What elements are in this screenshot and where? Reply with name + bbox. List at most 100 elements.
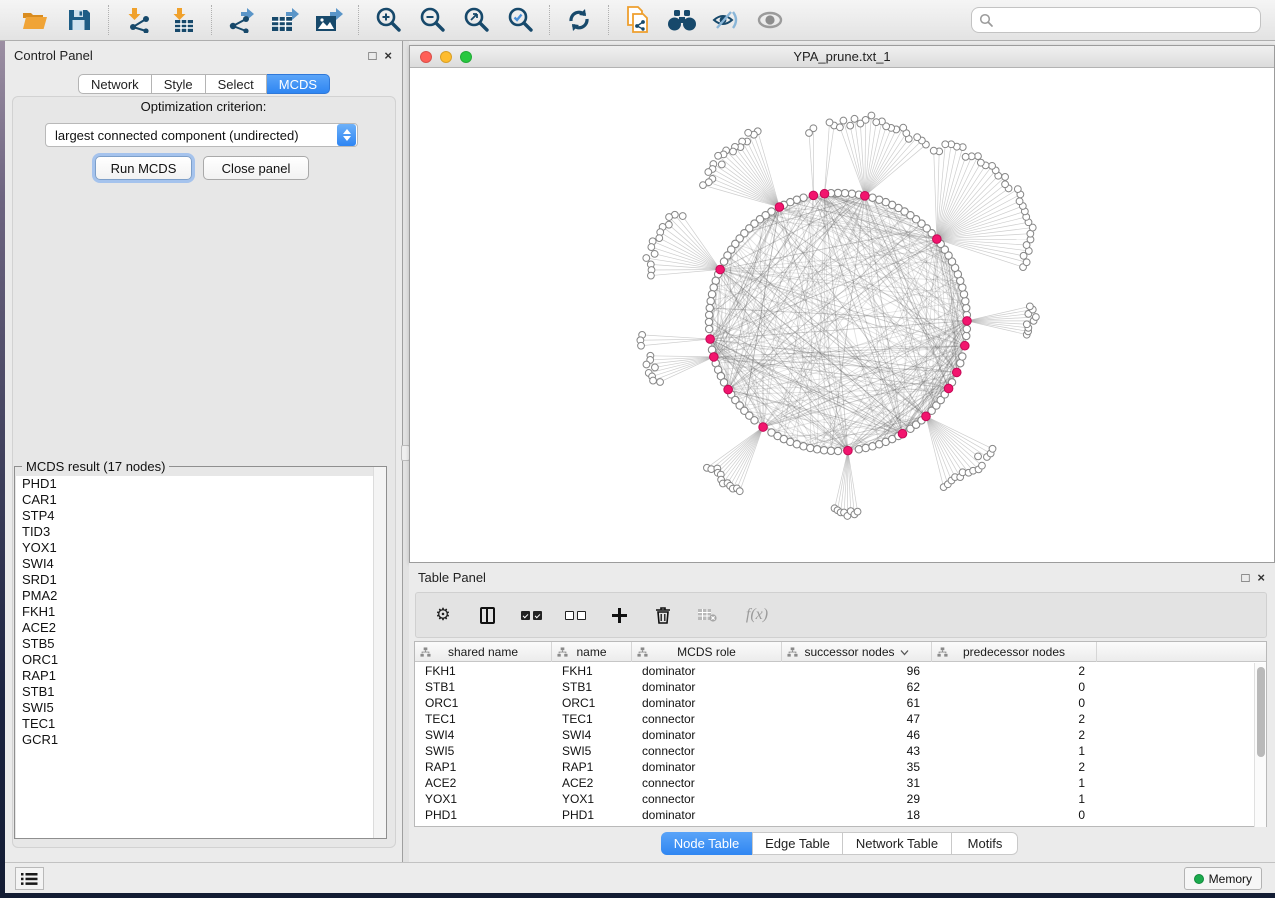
result-node[interactable]: TID3 — [16, 524, 386, 540]
zoom-in-button[interactable] — [371, 4, 405, 36]
column-header-MCDS-role[interactable]: MCDS role — [632, 642, 782, 662]
mcds-hub-node[interactable] — [844, 446, 853, 455]
mcds-hub-node[interactable] — [898, 429, 907, 438]
network-node[interactable] — [868, 112, 875, 119]
table-row[interactable]: STB1STB1dominator620 — [415, 679, 1255, 695]
result-node[interactable]: GCR1 — [16, 732, 386, 748]
network-node[interactable] — [900, 124, 907, 131]
result-node[interactable]: RAP1 — [16, 668, 386, 684]
network-node[interactable] — [718, 161, 725, 168]
network-node[interactable] — [651, 250, 658, 257]
minimize-window-button[interactable] — [440, 51, 452, 63]
network-node[interactable] — [857, 120, 864, 127]
network-node[interactable] — [959, 353, 966, 360]
mcds-hub-node[interactable] — [933, 235, 942, 244]
criterion-dropdown[interactable]: largest connected component (undirected) — [45, 123, 358, 147]
mcds-hub-node[interactable] — [775, 203, 784, 212]
mcds-hub-node[interactable] — [922, 412, 931, 421]
close-panel-button[interactable]: Close panel — [203, 156, 309, 180]
network-node[interactable] — [708, 291, 715, 298]
network-node[interactable] — [800, 443, 807, 450]
mcds-hub-node[interactable] — [960, 341, 969, 350]
close-window-button[interactable] — [420, 51, 432, 63]
result-node[interactable]: STP4 — [16, 508, 386, 524]
mcds-hub-node[interactable] — [710, 353, 719, 362]
mcds-hub-node[interactable] — [952, 368, 961, 377]
table-row[interactable]: FKH1FKH1dominator962 — [415, 663, 1255, 679]
network-node[interactable] — [1002, 174, 1009, 181]
mcds-hub-node[interactable] — [944, 384, 953, 393]
network-node[interactable] — [666, 214, 673, 221]
network-node[interactable] — [841, 189, 848, 196]
float-table-panel-icon[interactable]: □ — [1242, 571, 1250, 584]
network-node[interactable] — [715, 152, 722, 159]
network-node[interactable] — [855, 446, 862, 453]
network-node[interactable] — [975, 153, 982, 160]
column-header-name[interactable]: name — [552, 642, 632, 662]
result-node[interactable]: STB1 — [16, 684, 386, 700]
import-network-button[interactable] — [121, 4, 155, 36]
network-graph[interactable] — [410, 68, 1274, 562]
tab-network[interactable]: Network — [78, 74, 152, 94]
mcds-result-list[interactable]: PHD1CAR1STP4TID3YOX1SWI4SRD1PMA2FKH1ACE2… — [16, 476, 386, 838]
network-node[interactable] — [930, 147, 937, 154]
memory-button[interactable]: Memory — [1184, 867, 1262, 890]
network-node[interactable] — [1023, 321, 1030, 328]
result-node[interactable]: SWI5 — [16, 700, 386, 716]
result-node[interactable]: CAR1 — [16, 492, 386, 508]
network-node[interactable] — [657, 379, 664, 386]
network-node[interactable] — [942, 141, 949, 148]
network-node[interactable] — [705, 318, 712, 325]
tab-select[interactable]: Select — [206, 74, 267, 94]
network-node[interactable] — [962, 297, 969, 304]
network-node[interactable] — [1032, 314, 1039, 321]
network-node[interactable] — [914, 134, 921, 141]
tab-node-table[interactable]: Node Table — [661, 832, 753, 855]
function-builder-button[interactable]: f(x) — [740, 604, 774, 626]
network-node[interactable] — [854, 508, 861, 515]
network-node[interactable] — [989, 445, 996, 452]
result-node[interactable]: ORC1 — [16, 652, 386, 668]
result-node[interactable]: PMA2 — [16, 588, 386, 604]
network-node[interactable] — [652, 364, 659, 371]
table-row[interactable]: SWI4SWI4dominator462 — [415, 727, 1255, 743]
network-node[interactable] — [963, 325, 970, 332]
network-node[interactable] — [873, 119, 880, 126]
float-panel-icon[interactable]: □ — [369, 49, 377, 62]
search-field[interactable] — [971, 7, 1261, 33]
select-all-rows-button[interactable] — [520, 604, 542, 626]
network-node[interactable] — [826, 119, 833, 126]
column-header-shared-name[interactable]: shared name — [415, 642, 552, 662]
open-session-button[interactable] — [18, 4, 52, 36]
network-node[interactable] — [847, 122, 854, 129]
network-node[interactable] — [700, 182, 707, 189]
table-scrollbar-thumb[interactable] — [1257, 667, 1265, 757]
network-node[interactable] — [827, 447, 834, 454]
delete-table-button[interactable] — [696, 604, 718, 626]
network-node[interactable] — [643, 361, 650, 368]
tab-style[interactable]: Style — [152, 74, 206, 94]
close-panel-icon[interactable]: × — [384, 49, 392, 62]
network-node[interactable] — [813, 446, 820, 453]
tab-motifs[interactable]: Motifs — [952, 832, 1018, 855]
network-node[interactable] — [1023, 259, 1030, 266]
network-node[interactable] — [960, 291, 967, 298]
tab-edge-table[interactable]: Edge Table — [753, 832, 843, 855]
copy-network-button[interactable] — [621, 4, 655, 36]
network-node[interactable] — [963, 304, 970, 311]
network-node[interactable] — [962, 153, 969, 160]
network-titlebar[interactable]: YPA_prune.txt_1 — [410, 46, 1274, 68]
network-node[interactable] — [650, 377, 657, 384]
network-node[interactable] — [638, 342, 645, 349]
network-node[interactable] — [643, 255, 650, 262]
column-header-predecessor-nodes[interactable]: predecessor nodes — [932, 642, 1097, 662]
network-node[interactable] — [706, 304, 713, 311]
fit-content-button[interactable] — [459, 4, 493, 36]
network-node[interactable] — [751, 417, 758, 424]
network-node[interactable] — [745, 129, 752, 136]
network-node[interactable] — [720, 379, 727, 386]
mcds-hub-node[interactable] — [716, 265, 725, 274]
export-table-button[interactable] — [268, 4, 302, 36]
mcds-hub-node[interactable] — [759, 423, 768, 432]
tab-mcds[interactable]: MCDS — [267, 74, 330, 94]
